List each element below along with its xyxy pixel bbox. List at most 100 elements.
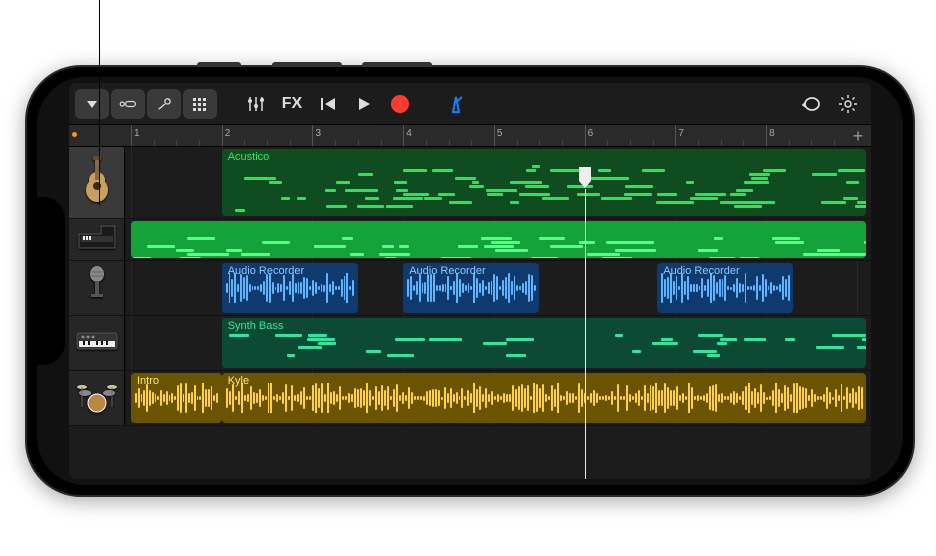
- ruler-minor-tick: [607, 140, 608, 146]
- waveform-content: [403, 273, 539, 303]
- ruler-bar-label: 2: [225, 128, 231, 139]
- loop-button[interactable]: [795, 89, 829, 119]
- instrument-tuner-button[interactable]: [147, 89, 181, 119]
- fx-button[interactable]: FX: [275, 89, 309, 119]
- region-vocal-2[interactable]: Audio Recorder: [657, 263, 793, 313]
- phone-button: [197, 62, 241, 67]
- ruler-minor-tick: [199, 140, 200, 146]
- track-row-vocal: Audio Recorder Audio Recorder Audio Record…: [69, 261, 871, 316]
- ruler-bar-label: 1: [134, 128, 140, 139]
- waveform-content: [222, 273, 358, 303]
- region-label: Audio Recorder: [663, 265, 739, 277]
- waveform-content: [222, 383, 866, 413]
- toolbar: FX: [69, 83, 871, 125]
- ruler-bar-label: 6: [588, 128, 594, 139]
- play-button[interactable]: [347, 89, 381, 119]
- track-header-drums[interactable]: [69, 371, 125, 425]
- timeline-ruler[interactable]: + 12345678: [69, 125, 871, 147]
- ruler-minor-tick: [562, 140, 563, 146]
- track-controls-button[interactable]: [239, 89, 273, 119]
- region-label: Kyle: [228, 375, 249, 387]
- ruler-minor-tick: [449, 140, 450, 146]
- piano-icon: [77, 222, 117, 257]
- acoustic-guitar-icon: [79, 156, 115, 209]
- track-row-piano: [69, 219, 871, 261]
- settings-button[interactable]: [831, 89, 865, 119]
- midi-content: [131, 221, 866, 258]
- track-header-piano[interactable]: [69, 219, 125, 260]
- ruler-minor-tick: [426, 140, 427, 146]
- region-guitar-0[interactable]: Acustico: [222, 149, 866, 216]
- grid-line: [131, 147, 132, 218]
- midi-content: [222, 318, 866, 368]
- region-label: Intro: [137, 375, 159, 387]
- ruler-minor-tick: [290, 140, 291, 146]
- midi-content: [222, 149, 866, 216]
- ruler-minor-tick: [381, 140, 382, 146]
- grid-line: [131, 316, 132, 370]
- track-row-drums: Intro Kyle: [69, 371, 871, 426]
- ruler-minor-tick: [244, 140, 245, 146]
- ruler-bar-label: 7: [678, 128, 684, 139]
- browser-menu-button[interactable]: [75, 89, 109, 119]
- ruler-bar-label: 5: [497, 128, 503, 139]
- region-vocal-0[interactable]: Audio Recorder: [222, 263, 358, 313]
- phone-button: [272, 62, 342, 67]
- keyboard-synth-icon: [75, 329, 119, 358]
- ruler-minor-tick: [698, 140, 699, 146]
- playhead-handle-icon: [579, 167, 591, 181]
- ruler-tick: [585, 125, 586, 146]
- ruler-minor-tick: [471, 140, 472, 146]
- ruler-bar-label: 3: [315, 128, 321, 139]
- ruler-tick: [766, 125, 767, 146]
- ruler-tick: [675, 125, 676, 146]
- ruler-bar-label: 8: [769, 128, 775, 139]
- ruler-minor-tick: [743, 140, 744, 146]
- tracks-area[interactable]: AcusticoAudio RecorderAudio RecorderAudi…: [69, 147, 871, 479]
- ruler-minor-tick: [358, 140, 359, 146]
- track-header-synth[interactable]: [69, 316, 125, 370]
- ruler-minor-tick: [811, 140, 812, 146]
- track-header-guitar[interactable]: [69, 147, 125, 218]
- callout-line: [99, 0, 100, 205]
- record-icon: [391, 95, 409, 113]
- record-button[interactable]: [383, 89, 417, 119]
- metronome-button[interactable]: [439, 89, 473, 119]
- phone-frame: FX: [25, 65, 915, 497]
- add-track-button[interactable]: +: [849, 127, 867, 145]
- grid-line: [131, 261, 132, 315]
- track-header-vocal[interactable]: [69, 261, 125, 315]
- ruler-minor-tick: [653, 140, 654, 146]
- grid-line: [857, 261, 858, 315]
- ruler-minor-tick: [834, 140, 835, 146]
- waveform-content: [657, 273, 793, 303]
- region-synth-0[interactable]: Synth Bass: [222, 318, 866, 368]
- ruler-tick: [403, 125, 404, 146]
- region-label: Audio Recorder: [409, 265, 485, 277]
- region-drums-1[interactable]: Kyle: [222, 373, 866, 423]
- ruler-minor-tick: [630, 140, 631, 146]
- track-row-synth: Synth Bass: [69, 316, 871, 371]
- rewind-button[interactable]: [311, 89, 345, 119]
- playhead[interactable]: [585, 189, 586, 479]
- ruler-tick: [131, 125, 132, 146]
- ruler-tick: [222, 125, 223, 146]
- app-screen: FX: [69, 83, 871, 479]
- track-row-guitar: Acustico: [69, 147, 871, 219]
- track-view-button[interactable]: [111, 89, 145, 119]
- region-label: Audio Recorder: [228, 265, 304, 277]
- ruler-minor-tick: [789, 140, 790, 146]
- ruler-minor-tick: [267, 140, 268, 146]
- cycle-marker[interactable]: [72, 132, 77, 137]
- ruler-minor-tick: [154, 140, 155, 146]
- ruler-minor-tick: [721, 140, 722, 146]
- ruler-tick: [312, 125, 313, 146]
- loop-browser-button[interactable]: [183, 89, 217, 119]
- region-vocal-1[interactable]: Audio Recorder: [403, 263, 539, 313]
- drum-kit-icon: [75, 379, 119, 418]
- ruler-minor-tick: [335, 140, 336, 146]
- region-piano-0[interactable]: [131, 221, 866, 258]
- phone-button: [362, 62, 432, 67]
- region-drums-0[interactable]: Intro: [131, 373, 222, 423]
- phone-notch: [37, 197, 65, 365]
